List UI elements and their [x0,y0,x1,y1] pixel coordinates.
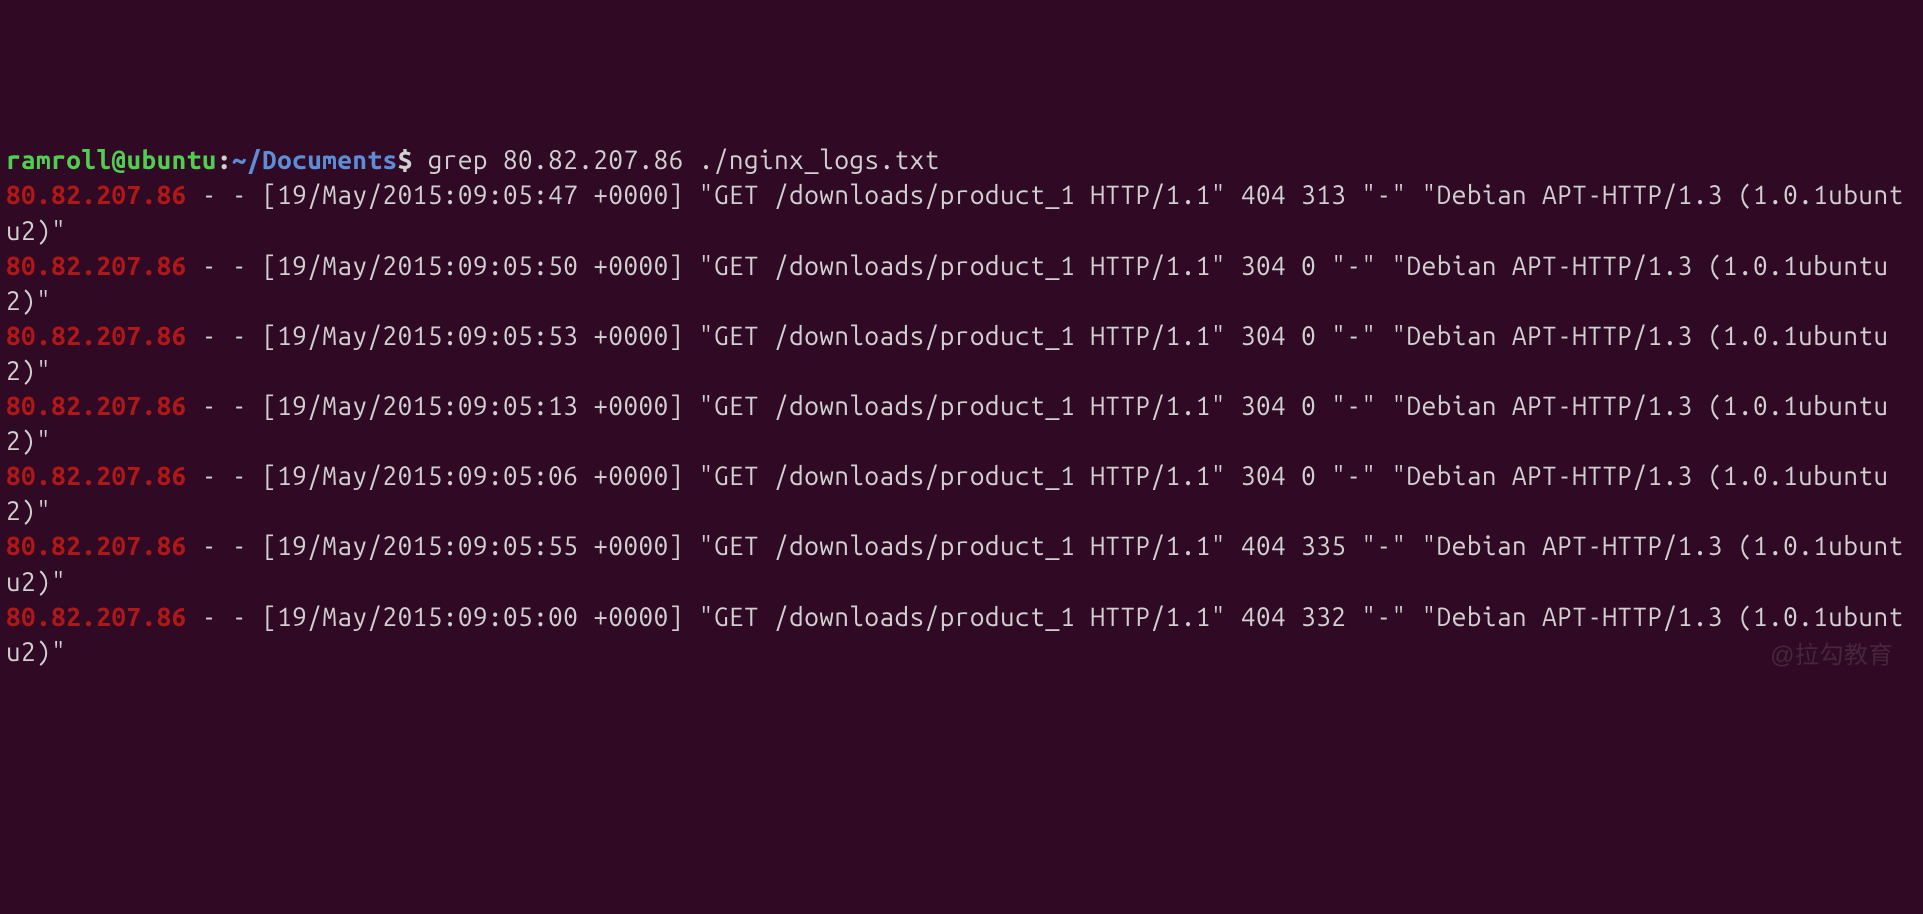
grep-match-ip: 80.82.207.86 [6,602,187,631]
prompt-user: ramroll@ubuntu [6,145,217,174]
grep-match-ip: 80.82.207.86 [6,461,187,490]
terminal-output[interactable]: ramroll@ubuntu:~/Documents$ grep 80.82.2… [6,142,1917,668]
log-line: - - [19/May/2015:09:05:55 +0000] "GET /d… [6,531,1904,595]
grep-match-ip: 80.82.207.86 [6,321,187,350]
grep-match-ip: 80.82.207.86 [6,251,187,280]
grep-match-ip: 80.82.207.86 [6,391,187,420]
log-line: - - [19/May/2015:09:05:13 +0000] "GET /d… [6,391,1889,455]
log-line: - - [19/May/2015:09:05:06 +0000] "GET /d… [6,461,1889,525]
prompt-dollar: $ [398,145,413,174]
log-line: - - [19/May/2015:09:05:00 +0000] "GET /d… [6,602,1904,666]
log-line: - - [19/May/2015:09:05:53 +0000] "GET /d… [6,321,1889,385]
grep-match-ip: 80.82.207.86 [6,531,187,560]
log-line: - - [19/May/2015:09:05:50 +0000] "GET /d… [6,251,1889,315]
grep-match-ip: 80.82.207.86 [6,180,187,209]
prompt-colon: : [217,145,232,174]
log-line: - - [19/May/2015:09:05:47 +0000] "GET /d… [6,180,1904,244]
command-text: grep 80.82.207.86 ./nginx_logs.txt [413,145,940,174]
prompt-path: ~/Documents [232,145,398,174]
